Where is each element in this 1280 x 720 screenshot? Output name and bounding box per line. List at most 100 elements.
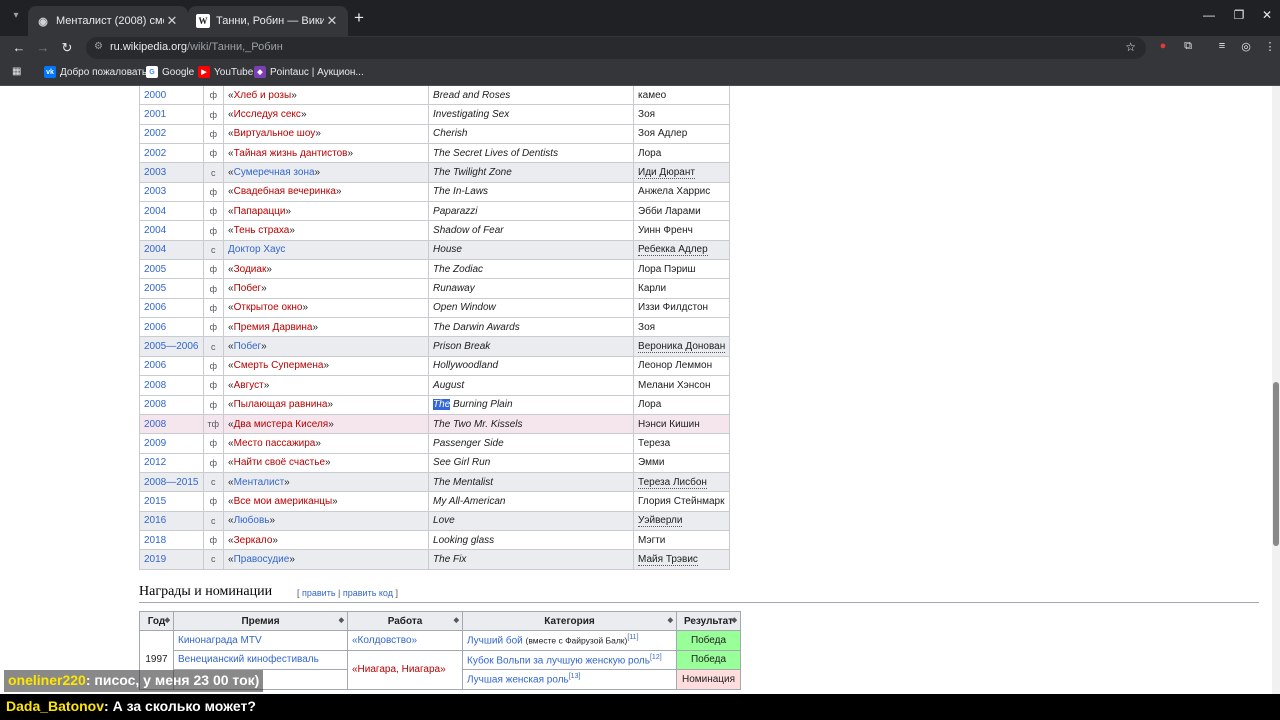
header-category[interactable]: Категория ◆	[462, 611, 677, 631]
title-link[interactable]: Свадебная вечеринка	[234, 186, 336, 197]
title-link[interactable]: Пылающая равнина	[234, 399, 328, 410]
title-link[interactable]: Найти своё счастье	[234, 457, 325, 468]
year-link[interactable]: 2019	[144, 554, 166, 565]
title-link[interactable]: Премия Дарвина	[234, 322, 313, 333]
year-link[interactable]: 2001	[144, 109, 166, 120]
apps-icon[interactable]: ▦	[12, 66, 21, 77]
year-link[interactable]: 2008	[144, 419, 166, 430]
restore-icon[interactable]: ❐	[1224, 8, 1254, 22]
extension-icon[interactable]: ●	[1155, 40, 1171, 56]
title-link[interactable]: Зодиак	[234, 264, 267, 275]
profile-icon[interactable]: ◎	[1238, 40, 1254, 56]
year-link[interactable]: 2004	[144, 225, 166, 236]
reference-link[interactable]: [11]	[627, 634, 638, 641]
title-link[interactable]: Побег	[234, 341, 262, 352]
title-link[interactable]: Любовь	[234, 515, 270, 526]
header-year[interactable]: Год ◆	[139, 611, 174, 631]
scrollbar[interactable]	[1272, 86, 1280, 720]
prize-link[interactable]: Кинонаграда MTV	[178, 635, 262, 646]
year-link[interactable]: 2009	[144, 438, 166, 449]
sort-icon[interactable]: ◆	[668, 616, 673, 624]
forward-icon[interactable]: →	[34, 39, 52, 57]
close-window-icon[interactable]: ✕	[1252, 8, 1280, 22]
year-link[interactable]: 2012	[144, 457, 166, 468]
title-link[interactable]: Все мои американцы	[234, 496, 333, 507]
role-link[interactable]: Майя Трэвис	[638, 553, 698, 566]
title-link[interactable]: Доктор Хаус	[228, 244, 285, 255]
media-icon[interactable]: ≡	[1214, 40, 1230, 56]
header-result[interactable]: Результат ◆	[676, 611, 741, 631]
site-info-icon[interactable]: ⚙	[94, 41, 103, 52]
close-icon[interactable]: ✕	[164, 13, 180, 29]
title-link[interactable]: Исследуя секс	[234, 109, 301, 120]
header-prize[interactable]: Премия ◆	[173, 611, 348, 631]
tab-mentalist[interactable]: ◉ Менталист (2008) смотреть он ✕	[28, 6, 188, 36]
title-link[interactable]: Побег	[234, 283, 262, 294]
title-link[interactable]: Менталист	[234, 477, 285, 488]
year-link[interactable]: 2000	[144, 90, 166, 101]
year-link[interactable]: 2002	[144, 128, 166, 139]
edit-link[interactable]: править	[302, 588, 336, 598]
work-link[interactable]: «Ниагара, Ниагара»	[352, 664, 446, 675]
year-link[interactable]: 2008—2015	[144, 477, 199, 488]
bookmark-google[interactable]: G Google	[146, 66, 194, 78]
puzzle-icon[interactable]: ⧉	[1180, 40, 1196, 56]
year-link[interactable]: 2005	[144, 283, 166, 294]
address-bar[interactable]: ⚙ ru.wikipedia.org/wiki/Танни,_Робин ☆	[86, 37, 1146, 59]
new-tab-button[interactable]: +	[350, 9, 368, 27]
url-text[interactable]: ru.wikipedia.org/wiki/Танни,_Робин	[110, 41, 283, 53]
role-link[interactable]: Тереза Лисбон	[638, 476, 707, 489]
year-link[interactable]: 2006	[144, 302, 166, 313]
year-link[interactable]: 2002	[144, 148, 166, 159]
sort-icon[interactable]: ◆	[454, 616, 459, 624]
menu-icon[interactable]: ⋮	[1262, 40, 1278, 56]
year-link[interactable]: 2005	[144, 264, 166, 275]
title-link[interactable]: Тень страха	[234, 225, 290, 236]
back-icon[interactable]: ←	[10, 39, 28, 57]
category-link[interactable]: Кубок Вольпи за лучшую женскую роль	[467, 655, 650, 666]
year-link[interactable]: 2003	[144, 167, 166, 178]
scrollbar-thumb[interactable]	[1273, 382, 1279, 546]
title-link[interactable]: Хлеб и розы	[234, 90, 292, 101]
header-work[interactable]: Работа ◆	[347, 611, 463, 631]
role-link[interactable]: Вероника Донован	[638, 341, 726, 354]
tab-wikipedia[interactable]: W Танни, Робин — Википедия ✕	[188, 6, 348, 36]
edit-code-link[interactable]: править код	[343, 588, 393, 598]
title-link[interactable]: Зеркало	[234, 535, 273, 546]
year-link[interactable]: 2006	[144, 322, 166, 333]
star-icon[interactable]: ☆	[1125, 40, 1136, 54]
year-link[interactable]: 2018	[144, 535, 166, 546]
role-link[interactable]: Уэйверли	[638, 515, 683, 528]
year-link[interactable]: 2004	[144, 244, 166, 255]
year-link[interactable]: 2003	[144, 186, 166, 197]
title-link[interactable]: Виртуальное шоу	[234, 128, 316, 139]
sort-icon[interactable]: ◆	[165, 616, 170, 624]
bookmark-pointauc[interactable]: ◆ Pointauc | Аукцион...	[254, 66, 364, 78]
reference-link[interactable]: [13]	[569, 673, 581, 680]
title-link[interactable]: Смерть Супермена	[234, 360, 324, 371]
role-link[interactable]: Ребекка Адлер	[638, 244, 708, 257]
reload-icon[interactable]: ↻	[58, 39, 76, 57]
category-link[interactable]: Лучшая женская роль	[467, 674, 569, 685]
year-link[interactable]: 2006	[144, 360, 166, 371]
reference-link[interactable]: [12]	[650, 654, 662, 661]
title-link[interactable]: Два мистера Киселя	[234, 419, 329, 430]
sort-icon[interactable]: ◆	[339, 616, 344, 624]
year-link[interactable]: 2015	[144, 496, 166, 507]
year-link[interactable]: 2008	[144, 399, 166, 410]
title-link[interactable]: Август	[234, 380, 264, 391]
title-link[interactable]: Правосудие	[234, 554, 290, 565]
minimize-icon[interactable]: —	[1194, 8, 1224, 22]
category-link[interactable]: Лучший бой	[467, 635, 523, 646]
tab-search-icon[interactable]: ▾	[8, 10, 24, 26]
work-link[interactable]: «Колдовство»	[352, 635, 417, 646]
year-link[interactable]: 2005—2006	[144, 341, 199, 352]
year-link[interactable]: 2008	[144, 380, 166, 391]
title-link[interactable]: Папарацци	[234, 206, 286, 217]
prize-link[interactable]: Венецианский кинофестиваль	[178, 654, 319, 665]
year-link[interactable]: 2004	[144, 206, 166, 217]
title-link[interactable]: Место пассажира	[234, 438, 316, 449]
year-link[interactable]: 2016	[144, 515, 166, 526]
close-icon[interactable]: ✕	[324, 13, 340, 29]
role-link[interactable]: Иди Дюрант	[638, 167, 695, 180]
